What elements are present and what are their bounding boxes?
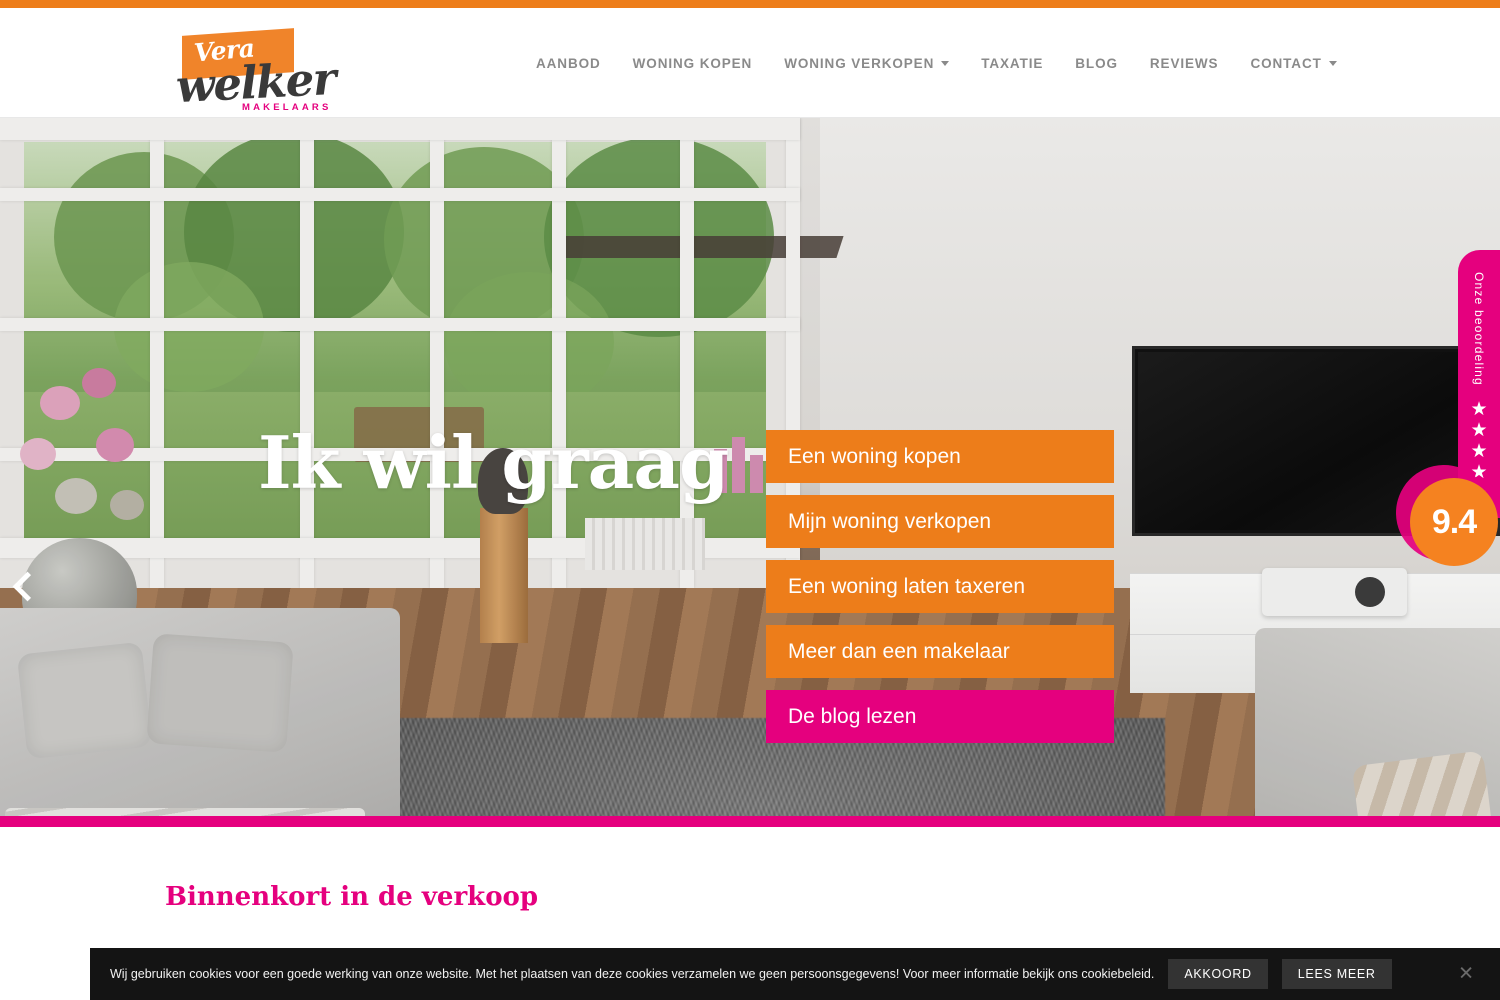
chevron-down-icon bbox=[1328, 60, 1337, 66]
nav-label: WONING VERKOPEN bbox=[784, 55, 935, 71]
star-icon: ★ bbox=[1470, 398, 1488, 420]
nav-label: TAXATIE bbox=[981, 55, 1044, 71]
carousel-prev-arrow-icon[interactable] bbox=[8, 570, 42, 604]
hero-carousel: Ik wil graag Een woning kopen Mijn wonin… bbox=[0, 118, 1500, 816]
cookie-banner-text: Wij gebruiken cookies voor een goede wer… bbox=[110, 967, 1155, 981]
nav-item-taxatie[interactable]: TAXATIE bbox=[965, 56, 1059, 71]
review-badge-label: Onze beoordeling bbox=[1472, 272, 1486, 386]
nav-label: CONTACT bbox=[1250, 55, 1322, 71]
cta-label: Een woning kopen bbox=[788, 444, 961, 468]
nav-item-reviews[interactable]: REVIEWS bbox=[1134, 56, 1235, 71]
top-accent-bar bbox=[0, 0, 1500, 8]
main-navigation: AANBOD WONING KOPEN WONING VERKOPEN TAXA… bbox=[520, 8, 1353, 118]
site-header: Vera welker MAKELAARS AANBOD WONING KOPE… bbox=[0, 8, 1500, 118]
cta-label: De blog lezen bbox=[788, 704, 917, 728]
cta-label: Een woning laten taxeren bbox=[788, 574, 1025, 598]
nav-label: BLOG bbox=[1075, 55, 1118, 71]
nav-item-blog[interactable]: BLOG bbox=[1059, 56, 1134, 71]
cookie-read-more-button[interactable]: LEES MEER bbox=[1281, 959, 1392, 989]
star-icon: ★ bbox=[1470, 440, 1488, 462]
section-title-binnenkort: Binnenkort in de verkoop bbox=[165, 882, 539, 912]
page-root: Vera welker MAKELAARS AANBOD WONING KOPE… bbox=[0, 0, 1500, 1000]
site-logo[interactable]: Vera welker MAKELAARS bbox=[172, 28, 342, 113]
review-score-value: 9.4 bbox=[1431, 502, 1477, 541]
close-icon[interactable]: ✕ bbox=[1458, 965, 1474, 984]
nav-item-woning-kopen[interactable]: WONING KOPEN bbox=[617, 56, 769, 71]
hero-cta-list: Een woning kopen Mijn woning verkopen Ee… bbox=[766, 430, 1114, 755]
cookie-banner: Wij gebruiken cookies voor een goede wer… bbox=[90, 948, 1500, 1000]
pink-divider bbox=[0, 816, 1500, 827]
cta-de-blog-lezen[interactable]: De blog lezen bbox=[766, 690, 1114, 743]
cta-een-woning-laten-taxeren[interactable]: Een woning laten taxeren bbox=[766, 560, 1114, 613]
nav-label: REVIEWS bbox=[1149, 55, 1219, 71]
cookie-accept-button[interactable]: AKKOORD bbox=[1168, 959, 1268, 989]
cta-meer-dan-een-makelaar[interactable]: Meer dan een makelaar bbox=[766, 625, 1114, 678]
nav-item-contact[interactable]: CONTACT bbox=[1234, 56, 1352, 71]
cta-label: Mijn woning verkopen bbox=[788, 509, 992, 533]
logo-makelaars-text: MAKELAARS bbox=[242, 102, 332, 113]
review-score-circle: 9.4 bbox=[1410, 478, 1498, 566]
hero-title: Ik wil graag bbox=[258, 420, 729, 505]
review-badge[interactable]: Onze beoordeling ★ ★ ★ ★ ★ 9.4 bbox=[1388, 250, 1500, 569]
cta-label: Meer dan een makelaar bbox=[788, 639, 1010, 663]
hero-living-room-photo bbox=[0, 118, 1500, 816]
nav-label: WONING KOPEN bbox=[632, 55, 753, 71]
star-icon: ★ bbox=[1470, 419, 1488, 441]
chevron-down-icon bbox=[941, 60, 950, 66]
nav-item-aanbod[interactable]: AANBOD bbox=[520, 56, 617, 71]
cta-een-woning-kopen[interactable]: Een woning kopen bbox=[766, 430, 1114, 483]
cta-mijn-woning-verkopen[interactable]: Mijn woning verkopen bbox=[766, 495, 1114, 548]
nav-item-woning-verkopen[interactable]: WONING VERKOPEN bbox=[768, 56, 965, 71]
nav-label: AANBOD bbox=[536, 55, 601, 71]
